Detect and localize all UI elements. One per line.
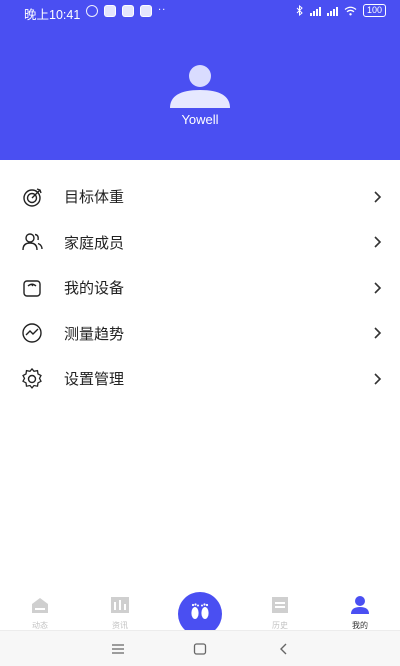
history-icon (272, 597, 288, 613)
menu-item-label: 家庭成员 (64, 233, 125, 252)
tab-mine[interactable]: 我的 (330, 588, 390, 630)
person-avatar-icon[interactable] (168, 64, 232, 110)
scale-icon (23, 280, 41, 297)
home-icon (32, 598, 48, 613)
tab-history[interactable]: 历史 (250, 588, 310, 630)
chevron-right-icon (374, 373, 382, 385)
status-time: 晚上10:41 (24, 8, 81, 22)
alarm-icon (86, 5, 98, 17)
status-bar: 晚上10:41 ·· 100 (0, 0, 400, 24)
more-notifications: ·· (158, 5, 167, 16)
trend-icon (22, 323, 42, 343)
menu-item-label: 设置管理 (64, 370, 125, 389)
menu-item-my-devices[interactable]: 我的设备 (0, 265, 400, 311)
menu-item-family-members[interactable]: 家庭成员 (0, 220, 400, 266)
status-right: 100 (296, 4, 386, 17)
target-icon (23, 188, 42, 207)
system-nav-bar (0, 630, 400, 666)
profile-header: 晚上10:41 ·· 100 Yowell (0, 0, 400, 160)
menu-item-target-weight[interactable]: 目标体重 (0, 174, 400, 220)
people-icon (22, 233, 43, 251)
username: Yowell (181, 112, 219, 127)
chevron-right-icon (374, 191, 382, 203)
app-icon (140, 5, 152, 17)
tab-news[interactable]: 资讯 (90, 588, 150, 630)
news-icon (111, 597, 129, 613)
chevron-right-icon (374, 282, 382, 294)
battery-indicator: 100 (362, 4, 386, 17)
bluetooth-icon (296, 5, 303, 16)
back-icon[interactable] (277, 642, 291, 656)
chevron-right-icon (374, 327, 382, 339)
profile-icon (351, 596, 369, 614)
shield-icon (122, 5, 134, 17)
signal-icon-2 (326, 6, 338, 16)
tab-dynamics[interactable]: 动态 (10, 588, 70, 630)
menu-item-label: 测量趋势 (64, 324, 125, 343)
menu-item-measurement-trend[interactable]: 测量趋势 (0, 311, 400, 357)
menu-item-label: 我的设备 (64, 279, 125, 298)
gear-icon (22, 367, 42, 389)
menu-icon[interactable] (111, 642, 125, 656)
wifi-icon (344, 6, 357, 15)
menu-item-settings[interactable]: 设置管理 (0, 356, 400, 402)
notification-icons: ·· (86, 5, 166, 17)
message-icon (104, 5, 116, 17)
chevron-right-icon (374, 236, 382, 248)
menu-item-label: 目标体重 (64, 188, 125, 207)
settings-menu: 目标体重 家庭成员 我的设备 测量趋势 设置管理 (0, 174, 400, 402)
signal-icon (309, 6, 321, 16)
home-button-icon[interactable] (193, 642, 207, 656)
